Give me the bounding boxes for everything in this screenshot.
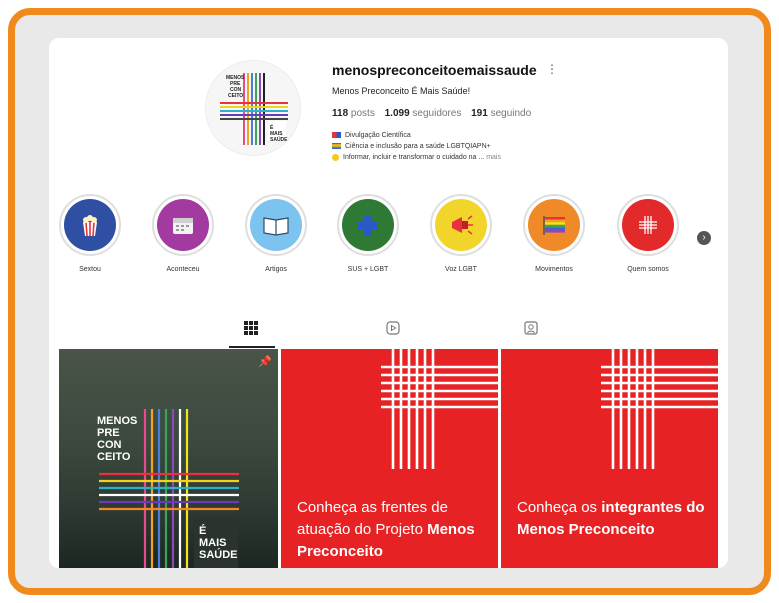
megaphone-icon <box>435 199 487 251</box>
post-lines-graphic-icon <box>381 349 498 469</box>
following-stat[interactable]: 191 seguindo <box>471 108 531 119</box>
posts-label: posts <box>350 108 375 119</box>
highlight-label: SUS + LGBT <box>347 266 389 273</box>
profile-bio: Divulgação Científica Ciência e inclusão… <box>332 130 501 163</box>
highlights-next-arrow-icon[interactable]: › <box>697 231 711 245</box>
following-count: 191 <box>471 108 488 119</box>
highlight-ring <box>523 194 585 256</box>
post-lines-graphic-icon <box>601 349 718 469</box>
bio-line-1-text: Divulgação Científica <box>345 132 411 139</box>
popcorn-icon <box>64 199 116 251</box>
highlight-aconteceu[interactable]: Aconteceu <box>148 194 218 273</box>
active-tab-indicator <box>229 346 275 348</box>
highlight-label: Sextou <box>79 266 101 273</box>
posts-count: 118 <box>332 108 349 119</box>
post-tile-2[interactable]: Conheça as frentes de atuação do Projeto… <box>281 349 498 568</box>
following-label: seguindo <box>490 108 532 119</box>
post-2-caption: Conheça as frentes de atuação do Projeto… <box>297 497 492 563</box>
highlight-ring <box>245 194 307 256</box>
bio-line-3-text: Informar, incluir e transformar o cuidad… <box>343 154 485 161</box>
highlight-sus-lgbt[interactable]: SUS + LGBT <box>333 194 403 273</box>
bio-line-3: Informar, incluir e transformar o cuidad… <box>332 152 501 163</box>
highlight-artigos[interactable]: Artigos <box>241 194 311 273</box>
profile-display-name: Menos Preconceito É Mais Saúde! <box>332 86 471 96</box>
avatar-logo-icon: MENOS PRE CON CEITO É MAIS SAÚDE <box>220 73 288 145</box>
post-2-caption-plain: Conheça as frentes de atuação do Projeto <box>297 499 448 538</box>
highlight-ring <box>430 194 492 256</box>
profile-username[interactable]: menospreconceitoemaissaude <box>332 62 537 78</box>
highlight-quem-somos[interactable]: Quem somos <box>613 194 683 273</box>
followers-count: 1.099 <box>384 108 410 119</box>
emoji-icon <box>332 153 339 161</box>
heart-flag-icon <box>332 132 341 139</box>
bio-line-1: Divulgação Científica <box>332 130 501 141</box>
post-tile-3[interactable]: Conheça os integrantes do Menos Preconce… <box>501 349 718 568</box>
post-tile-1[interactable]: 📌 MENOS PRE CON CEITO É MAIS SAÚDE <box>59 349 278 568</box>
highlight-ring <box>337 194 399 256</box>
followers-stat[interactable]: 1.099 seguidores <box>385 108 462 119</box>
highlight-label: Voz LGBT <box>445 266 477 273</box>
highlight-label: Movimentos <box>535 266 573 273</box>
grid-icon[interactable] <box>244 321 258 340</box>
rainbow-flag-icon <box>528 199 580 251</box>
svg-text:CEITO: CEITO <box>228 93 243 99</box>
post-3-caption: Conheça os integrantes do Menos Preconce… <box>517 497 712 541</box>
post-logo-text-top: MENOS PRE CON CEITO <box>97 415 138 463</box>
calendar-icon <box>157 199 209 251</box>
post-logo-lines-icon <box>99 409 239 568</box>
book-icon <box>250 199 302 251</box>
cross-icon <box>342 199 394 251</box>
highlight-label: Quem somos <box>627 266 669 273</box>
highlight-ring <box>617 194 679 256</box>
highlight-ring <box>59 194 121 256</box>
highlight-voz-lgbt[interactable]: Voz LGBT <box>426 194 496 273</box>
highlight-sextou[interactable]: Sextou <box>55 194 125 273</box>
bio-more-link[interactable]: mais <box>486 154 501 161</box>
logo-icon <box>622 199 674 251</box>
highlight-ring <box>152 194 214 256</box>
highlight-movimentos[interactable]: Movimentos <box>519 194 589 273</box>
instagram-profile-screen: MENOS PRE CON CEITO É MAIS SAÚDE menospr… <box>49 38 728 568</box>
highlight-label: Aconteceu <box>166 266 200 273</box>
followers-label: seguidores <box>412 108 462 119</box>
rainbow-flag-icon <box>332 143 341 150</box>
reels-icon[interactable] <box>386 321 400 340</box>
bio-line-2: Ciência e inclusão para a saúde LGBTQIAP… <box>332 141 501 152</box>
highlight-label: Artigos <box>265 266 287 273</box>
tagged-icon[interactable] <box>524 321 538 340</box>
profile-stats: 118 posts 1.099 seguidores 191 seguindo <box>332 108 538 119</box>
more-options-icon[interactable]: ⋮ <box>546 62 558 76</box>
svg-text:SAÚDE: SAÚDE <box>270 136 288 143</box>
profile-avatar[interactable]: MENOS PRE CON CEITO É MAIS SAÚDE <box>205 60 301 156</box>
post-3-caption-plain: Conheça os <box>517 499 602 516</box>
posts-stat[interactable]: 118 posts <box>332 108 375 119</box>
post-logo-text-bottom: É MAIS SAÚDE <box>199 525 238 561</box>
bio-line-2-text: Ciência e inclusão para a saúde LGBTQIAP… <box>345 143 491 150</box>
